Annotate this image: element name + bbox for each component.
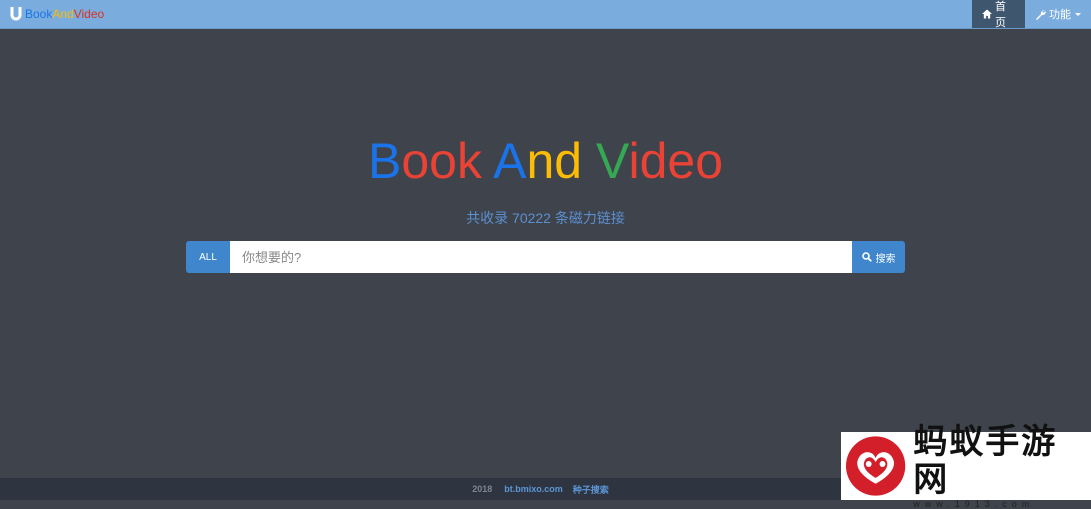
- hero-title-letter: o: [429, 133, 457, 189]
- ant-logo-icon: [845, 436, 906, 496]
- nav-home-label: 首页: [995, 1, 1006, 29]
- chevron-down-icon: [1075, 12, 1081, 16]
- nav-features-dropdown[interactable]: 功能: [1025, 0, 1091, 28]
- search-bar: ALL 搜索: [186, 241, 905, 273]
- navbar: Book And Video 首页 功能: [0, 0, 1091, 29]
- brand-word-2: And: [52, 7, 74, 21]
- nav-home[interactable]: 首页: [972, 0, 1025, 29]
- hero-title-letter: [482, 133, 493, 189]
- brand-logo-link[interactable]: Book And Video: [10, 0, 104, 28]
- hero-title-letter: k: [456, 133, 482, 189]
- hero-title-letter: [582, 133, 596, 189]
- watermark-url: www.1913.com: [913, 499, 1035, 509]
- search-button-label: 搜索: [875, 253, 896, 265]
- hero-title-letter: i: [628, 133, 640, 189]
- watermark: 蚂蚁手游网 www.1913.com: [841, 423, 1091, 509]
- hero-title-letter: o: [695, 133, 723, 189]
- watermark-title: 蚂蚁手游网: [913, 422, 1058, 500]
- hero-title-letter: o: [401, 133, 430, 189]
- footer-site-link[interactable]: bt.bmixo.com: [504, 484, 563, 494]
- search-icon: [861, 252, 872, 262]
- hero-title-letter: n: [526, 133, 555, 189]
- footer-torrent-search-link[interactable]: 种子搜索: [573, 483, 609, 496]
- magnet-icon: [10, 7, 22, 21]
- search-input[interactable]: [230, 241, 852, 273]
- collection-count: 共收录 70222 条磁力链接: [466, 210, 625, 226]
- brand-word-3: Video: [73, 7, 105, 21]
- hero-title-letter: e: [667, 133, 696, 189]
- brand-word-1: Book: [25, 7, 53, 21]
- footer-year: 2018: [472, 484, 493, 494]
- navbar-right: 首页 功能: [972, 0, 1091, 29]
- hero-title-letter: d: [554, 133, 583, 189]
- hero-title-letter: V: [596, 133, 629, 189]
- hero-title-letter: A: [493, 133, 527, 189]
- nav-features-label: 功能: [1049, 9, 1071, 21]
- hero-title-letter: d: [639, 133, 668, 189]
- wrench-icon: [1036, 9, 1046, 20]
- hero-title: Book And Video: [0, 132, 1091, 190]
- search-scope-button[interactable]: ALL: [186, 241, 230, 273]
- home-icon: [982, 9, 992, 19]
- hero-title-letter: B: [367, 133, 402, 189]
- search-button[interactable]: 搜索: [852, 241, 905, 273]
